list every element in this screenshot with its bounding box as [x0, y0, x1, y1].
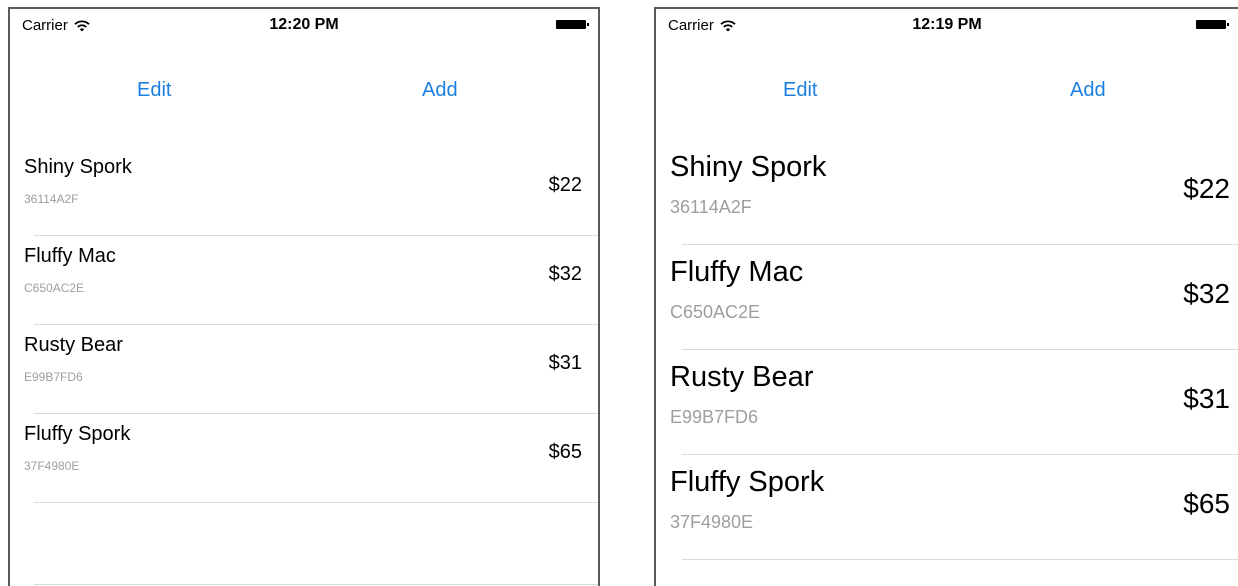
item-name: Rusty Bear	[670, 361, 814, 393]
item-price: $32	[1183, 278, 1230, 309]
battery-icon	[1196, 20, 1229, 29]
item-name: Shiny Spork	[670, 151, 827, 183]
item-serial: C650AC2E	[24, 281, 85, 295]
add-button[interactable]: Add	[422, 79, 458, 102]
item-serial: E99B7FD6	[670, 407, 759, 427]
item-serial: E99B7FD6	[24, 370, 83, 384]
status-time: 12:19 PM	[912, 16, 982, 33]
item-name: Fluffy Mac	[24, 245, 116, 267]
row-separator	[682, 559, 1238, 560]
item-price: $31	[548, 352, 582, 374]
item-serial: C650AC2E	[670, 302, 761, 322]
item-name: Fluffy Spork	[24, 423, 131, 445]
battery-icon	[556, 20, 589, 29]
add-button[interactable]: Add	[1070, 79, 1106, 102]
row-separator	[34, 413, 598, 414]
row-separator	[682, 244, 1238, 245]
item-price: $22	[1183, 173, 1230, 204]
phone-screen-right: Carrier 12:19 PM Edit Add Shiny Spork 36…	[654, 7, 1238, 586]
edit-button[interactable]: Edit	[783, 79, 817, 102]
item-price: $32	[548, 263, 582, 285]
item-price: $31	[1183, 383, 1230, 414]
row-separator	[34, 235, 598, 236]
item-price: $65	[1183, 488, 1230, 519]
item-name: Fluffy Spork	[670, 466, 825, 498]
empty-row-separator	[34, 584, 598, 585]
item-serial: 37F4980E	[24, 459, 80, 473]
row-separator	[34, 502, 598, 503]
item-price: $65	[548, 441, 582, 463]
phone-screen-left: Carrier 12:20 PM Edit Add Shiny Spork 36…	[8, 7, 600, 586]
item-serial: 36114A2F	[24, 192, 79, 206]
item-serial: 36114A2F	[670, 197, 752, 217]
item-name: Shiny Spork	[24, 156, 132, 178]
edit-button[interactable]: Edit	[137, 79, 171, 102]
row-separator	[34, 324, 598, 325]
item-price: $22	[548, 174, 582, 196]
status-bar: Carrier 12:19 PM	[656, 9, 1238, 41]
item-serial: 37F4980E	[670, 512, 754, 532]
status-time: 12:20 PM	[269, 16, 339, 33]
status-bar: Carrier 12:20 PM	[10, 9, 598, 41]
item-name: Fluffy Mac	[670, 256, 804, 288]
item-name: Rusty Bear	[24, 334, 123, 356]
row-separator	[682, 454, 1238, 455]
row-separator	[682, 349, 1238, 350]
